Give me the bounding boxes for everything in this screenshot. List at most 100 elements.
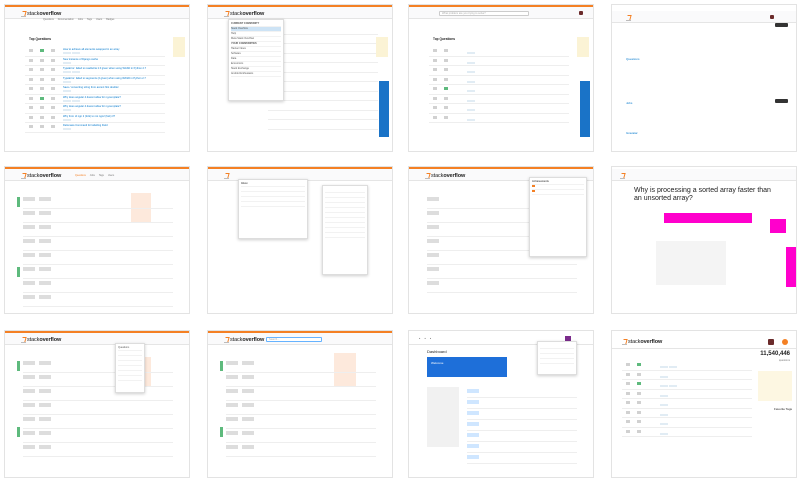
list-item[interactable] (23, 251, 173, 265)
tile-site-switcher: stackoverflow CURRENT COMMUNITY Stack Ov… (207, 4, 393, 152)
logo-icon (224, 173, 229, 179)
question-row[interactable]: TypeError: failed to segments (2 given) … (25, 76, 165, 85)
question-title[interactable]: Why does angular 4 doesnt allow for ng-t… (63, 96, 173, 99)
list-item[interactable] (23, 195, 173, 209)
tile-home-stats: stackoverflow 11,540,446 questions Favor… (611, 330, 797, 478)
avatar[interactable] (579, 11, 583, 15)
logo-icon (224, 11, 229, 17)
list-item[interactable] (23, 265, 173, 279)
favorite-tags-heading: Favorite Tags (774, 407, 792, 411)
avatar[interactable] (770, 15, 774, 19)
list-item[interactable] (23, 293, 173, 307)
label-questions[interactable]: Questions (626, 57, 640, 61)
question-title[interactable]: New instance of Django cache (63, 58, 173, 61)
nav-users[interactable]: Users (96, 18, 102, 21)
question-title[interactable]: Why does angular 4 doesnt allow for ng-t… (63, 105, 173, 108)
question-list (23, 195, 173, 307)
highlight-block (664, 213, 752, 223)
question-list: Top Questions (429, 27, 569, 123)
achievements-icon[interactable] (782, 339, 788, 345)
nav-questions[interactable]: Questions (43, 18, 54, 21)
nav: Questions Documentation Jobs Tags Users … (43, 18, 114, 21)
tile-top-questions: stackoverflow Questions Documentation Jo… (4, 4, 190, 152)
logo-icon (626, 15, 631, 21)
dropdown-item[interactable]: Android Enthusiasts (231, 72, 281, 77)
header: stackoverflow Questions Documentation Jo… (5, 7, 189, 21)
tile-questions-redesign: stackoverflow Questions Jobs Tags Users (4, 166, 190, 314)
nav-jobs[interactable]: Jobs (78, 18, 83, 21)
nav-tags[interactable]: Tags (87, 18, 92, 21)
nav-documentation[interactable]: Documentation (58, 18, 74, 21)
nav-dropdown[interactable]: Questions (115, 343, 145, 393)
list-item[interactable] (23, 279, 173, 293)
tile-search-focus: stackoverflow Search... (207, 330, 393, 478)
stackoverflow-logo[interactable]: stackoverflow (21, 172, 61, 179)
label-gravatar[interactable]: Gravatar (626, 131, 638, 135)
logo-icon (21, 337, 26, 343)
logo-icon (224, 337, 229, 343)
stackoverflow-logo[interactable]: stackoverflow (21, 10, 61, 17)
blue-ad (379, 81, 389, 137)
inbox-dropdown[interactable]: Inbox (238, 179, 308, 239)
tile-dashboard: ● ● ● Dashboard Welcome (408, 330, 594, 478)
question-row[interactable]: Why from of ngn 2 (fork) to not ngn2 (fo… (25, 114, 165, 123)
nav-jobs[interactable]: Jobs (90, 174, 95, 177)
ask-button[interactable] (775, 23, 788, 27)
question-title: Why is processing a sorted array faster … (634, 187, 771, 202)
question-list (268, 25, 378, 130)
list-item[interactable] (23, 209, 173, 223)
question-title[interactable]: Delomass Command for labelling Field (63, 124, 173, 127)
nav-badges[interactable]: Badges (106, 18, 114, 21)
sidebar-panel (427, 387, 459, 447)
site-switcher-dropdown[interactable]: CURRENT COMMUNITY Stack Overflow Help Me… (228, 19, 284, 101)
label-jobs[interactable]: Jobs (626, 101, 632, 105)
nav-tags[interactable]: Tags (99, 174, 104, 177)
question-title[interactable]: TypeError: failed to segments (2 given) … (63, 77, 173, 80)
ad-banner (173, 37, 185, 57)
question-title[interactable]: Why from of ngn 2 (fork) to not ngn2 (fo… (63, 115, 173, 118)
blog-widget (758, 371, 792, 401)
search-input[interactable]: What problem are you trying to solve? (439, 11, 529, 16)
logo-icon (21, 173, 26, 179)
question-title[interactable]: How to achieve all elements swapped in a… (63, 48, 173, 51)
section-title: Top Questions (433, 37, 456, 41)
screenshot-grid: stackoverflow Questions Documentation Jo… (0, 0, 800, 485)
stackoverflow-logo[interactable]: stackoverflow (622, 338, 662, 345)
dashboard-title: Dashboard (427, 349, 447, 354)
question-row[interactable]: TypeError: failed to read/write it if gi… (25, 66, 165, 76)
question-row[interactable]: Why does angular 4 doesnt allow for ng-t… (25, 95, 165, 104)
achievements-dropdown[interactable]: Achievements (529, 177, 587, 257)
avatar[interactable] (768, 339, 774, 345)
question-row[interactable]: How to achieve all elements swapped in a… (25, 47, 165, 57)
user-menu[interactable] (537, 341, 577, 375)
tile-question-page: Why is processing a sorted array faster … (611, 166, 797, 314)
tile-inbox: Inbox (207, 166, 393, 314)
nav-users[interactable]: Users (108, 174, 114, 177)
welcome-banner: Welcome (427, 357, 507, 377)
search-input[interactable]: Search... (266, 337, 322, 342)
question-row[interactable]: Save / converting string from accent fir… (25, 85, 165, 95)
nav-questions[interactable]: Questions (75, 174, 86, 177)
question-row[interactable]: New instance of Django cache (25, 57, 165, 66)
list-item[interactable] (23, 237, 173, 251)
question-list: Top Questions How to achieve all element… (25, 27, 165, 133)
notifications-panel[interactable] (322, 185, 368, 275)
stackoverflow-logo[interactable]: stackoverflow (224, 10, 264, 17)
logo-icon (425, 173, 430, 179)
list-item[interactable] (23, 223, 173, 237)
question-title[interactable]: TypeError: failed to read/write it if gi… (63, 67, 173, 70)
tile-menu: stackoverflow Questions (4, 330, 190, 478)
question-row[interactable]: Delomass Command for labelling Field (25, 123, 165, 133)
logo-icon (620, 173, 625, 179)
question-row[interactable]: Why does angular 4 doesnt allow for ng-t… (25, 104, 165, 114)
logo-icon (21, 11, 26, 17)
action-button[interactable] (775, 99, 788, 103)
code-block (656, 241, 726, 285)
logo-icon (622, 339, 627, 345)
tile-search: What problem are you trying to solve? To… (408, 4, 594, 152)
tile-achievements: stackoverflow Achievements (408, 166, 594, 314)
question-count: 11,540,446 (760, 351, 790, 357)
section-title: Top Questions (29, 37, 52, 41)
tile-sparse: Questions Jobs Gravatar (611, 4, 797, 152)
question-title[interactable]: Save / converting string from accent fir… (63, 86, 173, 89)
